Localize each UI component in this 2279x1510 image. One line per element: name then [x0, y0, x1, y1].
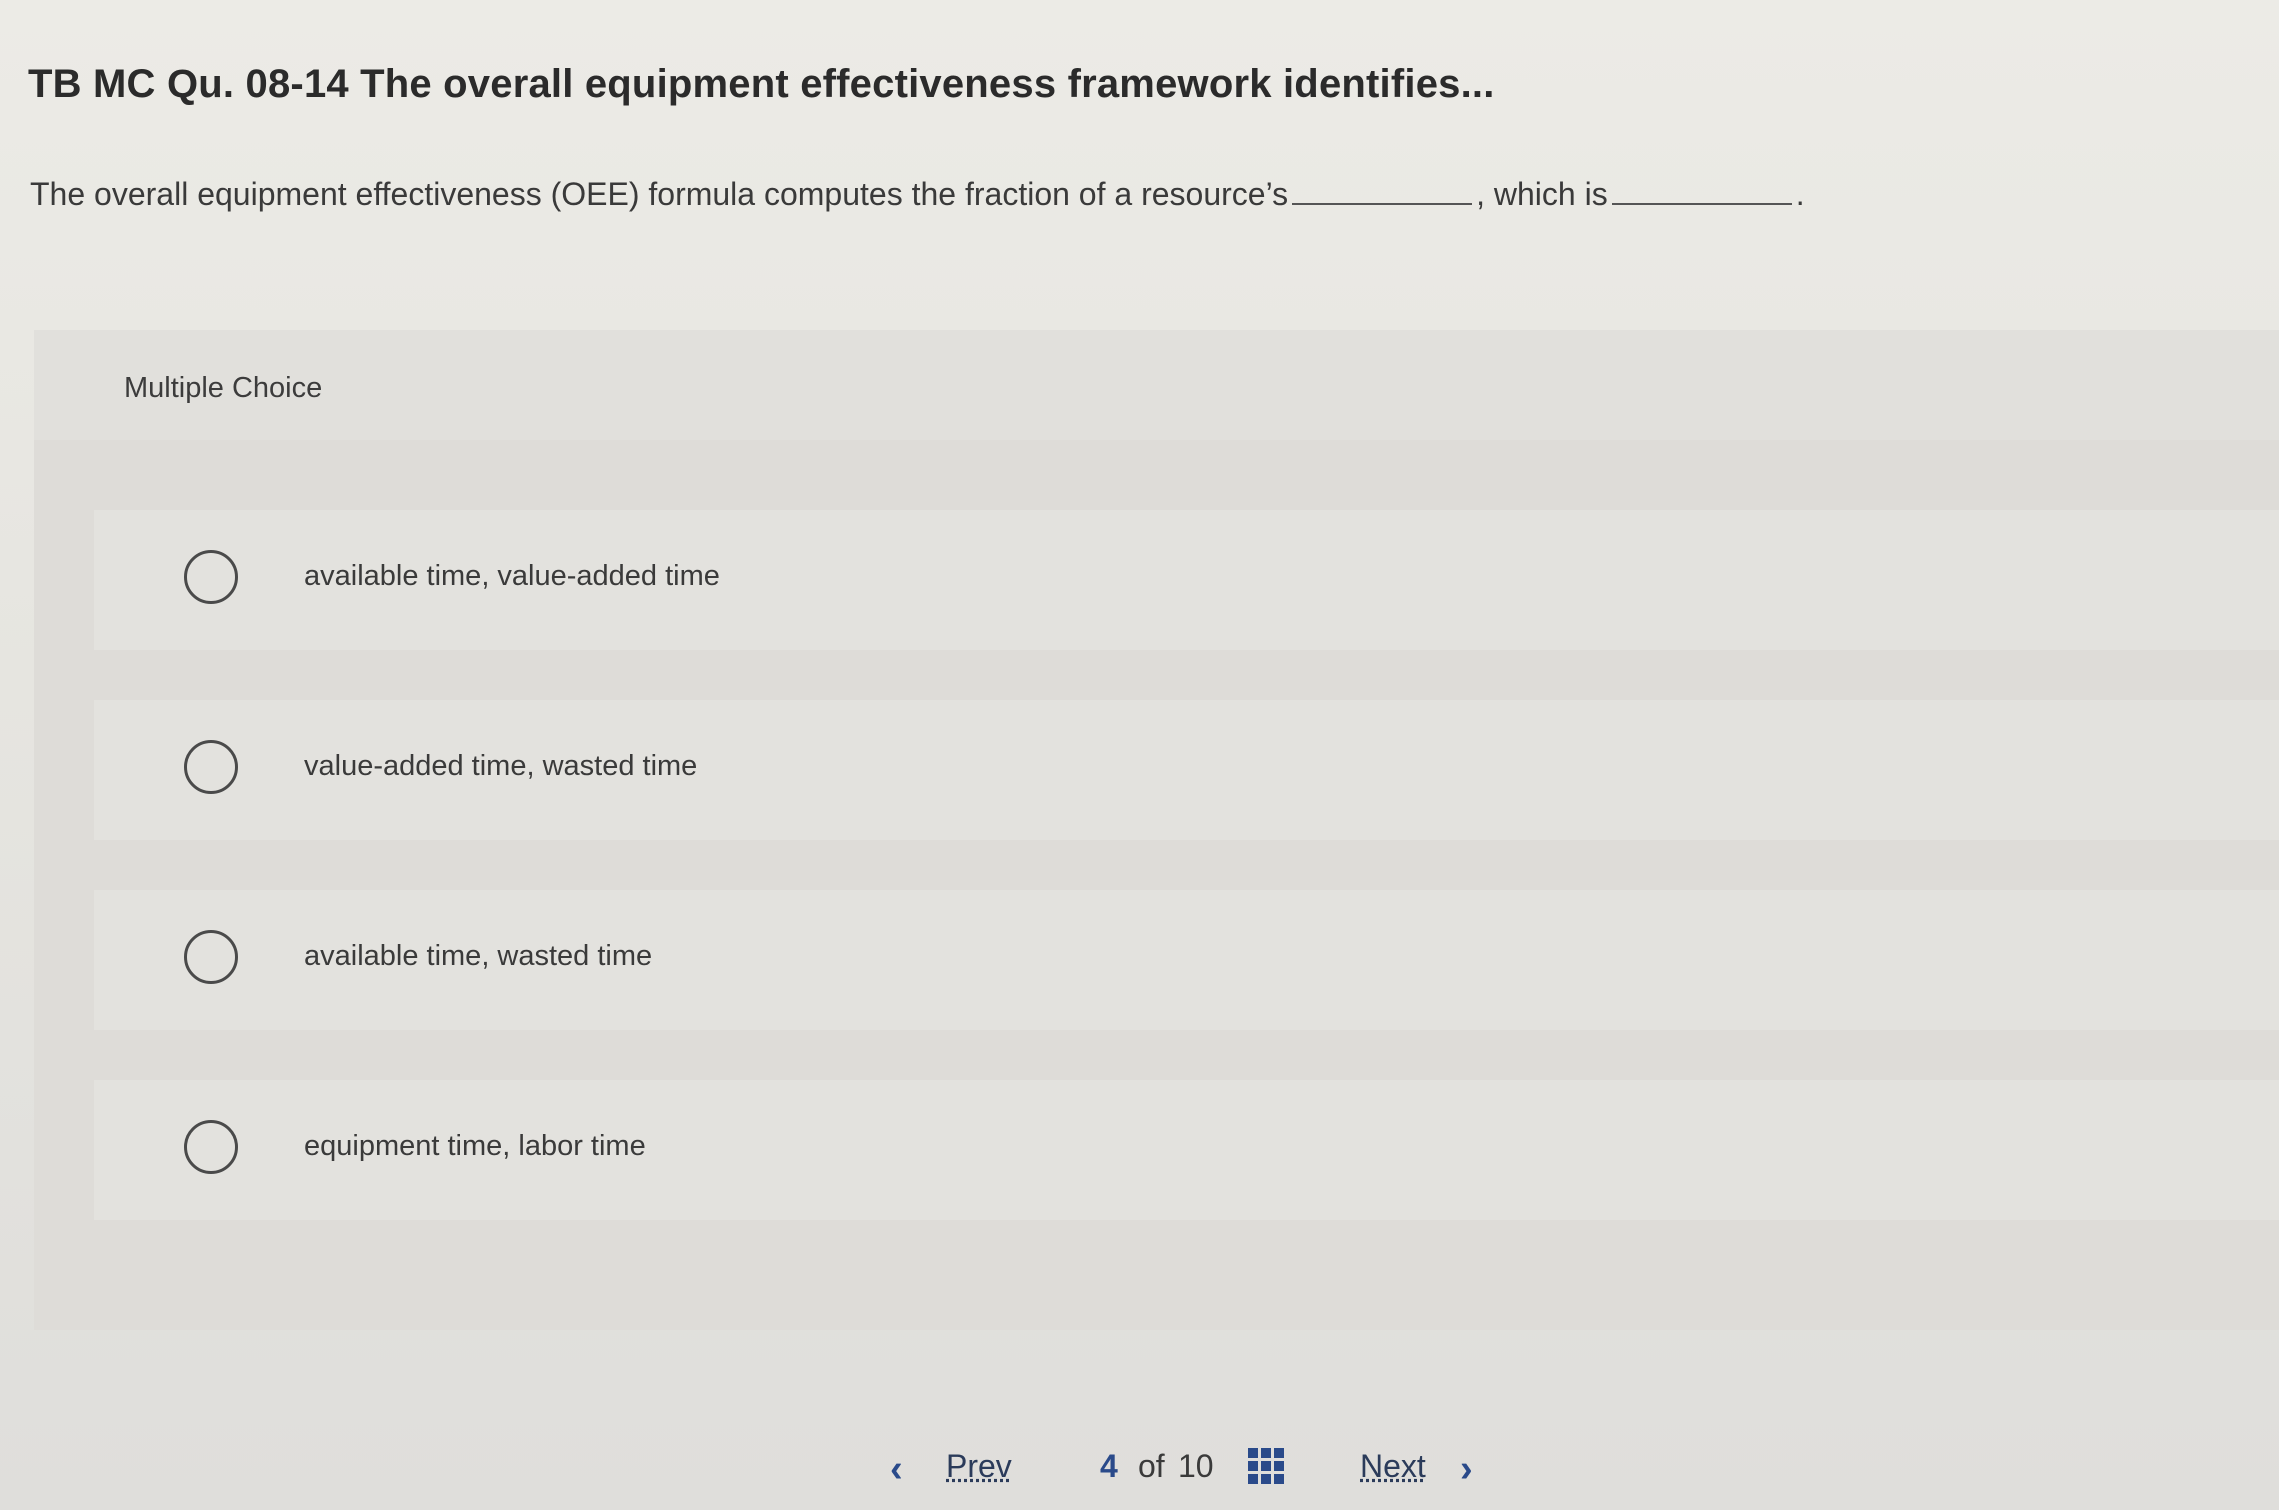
answer-blank-1	[1292, 177, 1473, 205]
choice-label: equipment time, labor time	[304, 1130, 646, 1162]
choice-option[interactable]: available time, wasted time	[94, 890, 2279, 1030]
radio-button[interactable]	[184, 740, 238, 794]
choice-label: available time, value-added time	[304, 560, 720, 592]
prev-button[interactable]: Prev	[946, 1448, 1012, 1485]
radio-button[interactable]	[184, 930, 238, 984]
chevron-right-icon[interactable]: ›	[1460, 1448, 1473, 1491]
choice-option[interactable]: equipment time, labor time	[94, 1080, 2279, 1220]
grid-icon[interactable]	[1248, 1448, 1284, 1484]
question-text: The overall equipment effectiveness (OEE…	[30, 176, 1805, 213]
question-title: TB MC Qu. 08-14 The overall equipment ef…	[28, 62, 1495, 106]
multiple-choice-label: Multiple Choice	[124, 372, 323, 404]
choice-option[interactable]: available time, value-added time	[94, 510, 2279, 650]
page-of-label: of	[1138, 1448, 1165, 1484]
next-button[interactable]: Next	[1360, 1448, 1426, 1485]
question-text-part3: .	[1795, 176, 1805, 212]
radio-button[interactable]	[184, 1120, 238, 1174]
answer-blank-2	[1611, 177, 1792, 205]
multiple-choice-header: Multiple Choice	[34, 330, 2279, 440]
question-text-part2: , which is	[1476, 176, 1608, 212]
chevron-left-icon[interactable]: ‹	[890, 1448, 903, 1491]
multiple-choice-panel: Multiple Choice available time, value-ad…	[34, 330, 2279, 1330]
question-text-part1: The overall equipment effectiveness (OEE…	[30, 176, 1289, 212]
choice-label: value-added time, wasted time	[304, 750, 698, 782]
choice-option[interactable]: value-added time, wasted time	[94, 700, 2279, 840]
radio-button[interactable]	[184, 550, 238, 604]
choice-label: available time, wasted time	[304, 940, 653, 972]
total-pages-number: 10	[1178, 1448, 1214, 1484]
current-page-number: 4	[1100, 1448, 1118, 1484]
